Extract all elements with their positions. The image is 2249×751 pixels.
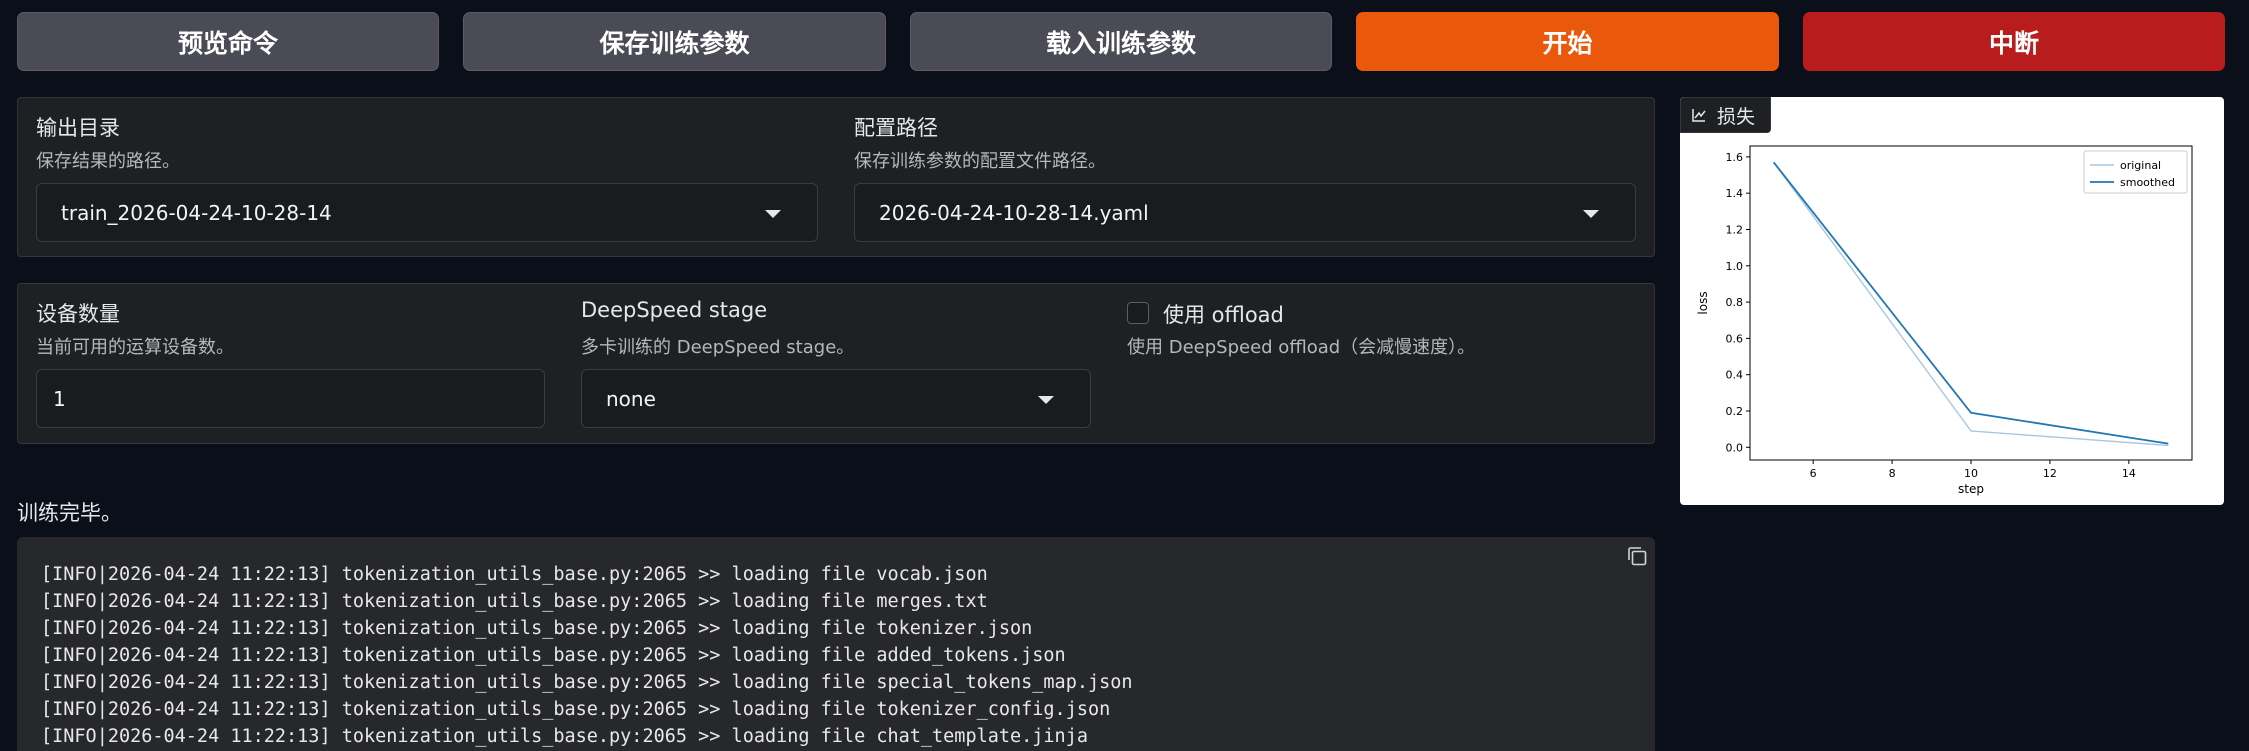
output-dir-dropdown[interactable]: train_2026-04-24-10-28-14	[36, 183, 818, 242]
ds-stage-dropdown[interactable]: none	[581, 369, 1091, 428]
output-dir-info: 保存结果的路径。	[36, 151, 180, 172]
legend: original smoothed	[2083, 150, 2188, 194]
log-line: [INFO|2026-04-24 11:22:13] tokenization_…	[41, 591, 988, 612]
y-tick-label: 1.4	[1726, 187, 1744, 200]
y-axis-label: loss	[1696, 291, 1710, 314]
y-tick-label: 0.6	[1726, 332, 1744, 345]
config-path-value: 2026-04-24-10-28-14.yaml	[879, 200, 1149, 225]
device-count-label: 设备数量	[36, 302, 120, 326]
loss-tab: 损失	[1680, 97, 1771, 133]
series-line-original	[1773, 161, 2169, 447]
ds-offload-label[interactable]: 使用 offload	[1163, 299, 1284, 329]
log-line: [INFO|2026-04-24 11:22:13] tokenization_…	[41, 699, 1111, 720]
ds-stage-value: none	[606, 386, 656, 411]
x-tick-label: 6	[1810, 467, 1817, 480]
y-tick-label: 1.2	[1726, 223, 1744, 236]
loss-tab-label: 损失	[1717, 105, 1756, 128]
chevron-down-icon	[765, 210, 781, 218]
y-tick-label: 0.8	[1726, 296, 1744, 309]
loss-plot: 6 8 10 12 14 0.0 0.2 0.4 0.6 0.8 1.0 1.2 1.4 1.6 step…	[1680, 97, 2224, 505]
y-tick-label: 1.6	[1726, 151, 1744, 164]
device-count-value: 1	[53, 386, 66, 411]
start-button[interactable]: 开始	[1356, 12, 1779, 71]
log-line: [INFO|2026-04-24 11:22:13] tokenization_…	[41, 564, 988, 585]
output-dir-value: train_2026-04-24-10-28-14	[61, 200, 332, 225]
loss-chart-svg: 6 8 10 12 14 0.0 0.2 0.4 0.6 0.8 1.0 1.2 1.4 1.6 step…	[1696, 145, 2193, 496]
load-args-button[interactable]: 载入训练参数	[910, 12, 1332, 71]
ds-offload-checkbox[interactable]	[1127, 302, 1149, 324]
log-line: [INFO|2026-04-24 11:22:13] tokenization_…	[41, 726, 1088, 747]
config-path-info: 保存训练参数的配置文件路径。	[854, 151, 1106, 172]
config-path-label: 配置路径	[854, 116, 938, 140]
log-line: [INFO|2026-04-24 11:22:13] tokenization_…	[41, 672, 1133, 693]
device-count-input[interactable]: 1	[36, 369, 545, 428]
series-line-smoothed	[1772, 161, 2169, 445]
x-tick-label: 8	[1889, 467, 1896, 480]
ds-stage-label: DeepSpeed stage	[581, 298, 768, 322]
chevron-down-icon	[1583, 210, 1599, 218]
chevron-down-icon	[1038, 396, 1054, 404]
ds-stage-info: 多卡训练的 DeepSpeed stage。	[581, 337, 855, 358]
x-tick-label: 14	[2122, 467, 2136, 480]
config-path-dropdown[interactable]: 2026-04-24-10-28-14.yaml	[854, 183, 1636, 242]
log-line: [INFO|2026-04-24 11:22:13] tokenization_…	[41, 618, 1033, 639]
log-line: [INFO|2026-04-24 11:22:13] tokenization_…	[41, 645, 1066, 666]
output-dir-label: 输出目录	[36, 116, 120, 140]
y-tick-label: 1.0	[1726, 260, 1744, 273]
legend-label: original	[2120, 159, 2161, 172]
axis-ticks: 6 8 10 12 14 0.0 0.2 0.4 0.6 0.8 1.0 1.2 1.4 1.6	[1726, 151, 2136, 480]
y-tick-label: 0.4	[1726, 369, 1744, 382]
x-tick-label: 10	[1964, 467, 1978, 480]
preview-command-button[interactable]: 预览命令	[17, 12, 439, 71]
ds-offload-info: 使用 DeepSpeed offload（会减慢速度）。	[1127, 337, 1476, 358]
y-tick-label: 0.0	[1726, 441, 1744, 454]
log-output[interactable]: [INFO|2026-04-24 11:22:13] tokenization_…	[17, 537, 1655, 751]
abort-button[interactable]: 中断	[1803, 12, 2225, 71]
training-status: 训练完毕。	[17, 501, 122, 525]
device-count-info: 当前可用的运算设备数。	[36, 337, 234, 358]
chart-icon	[1692, 109, 1706, 122]
legend-label: smoothed	[2120, 176, 2175, 189]
series-lines	[1772, 161, 2169, 447]
copy-icon[interactable]	[1626, 545, 1648, 567]
x-tick-label: 12	[2043, 467, 2057, 480]
x-axis-label: step	[1958, 482, 1984, 496]
save-args-button[interactable]: 保存训练参数	[463, 12, 886, 71]
y-tick-label: 0.2	[1726, 405, 1744, 418]
